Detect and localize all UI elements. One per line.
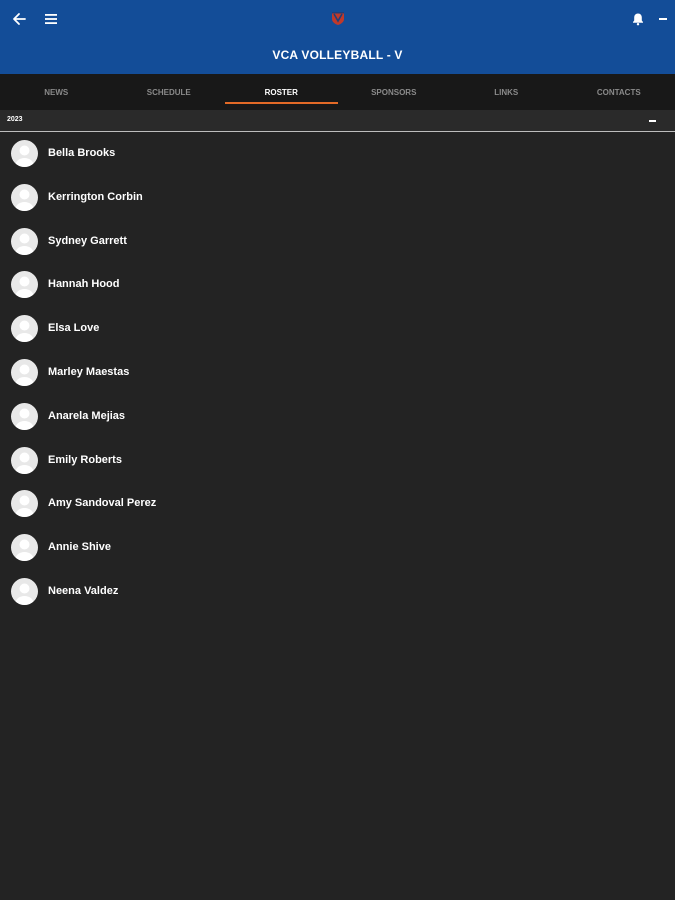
player-name: Neena Valdez [48,584,119,597]
tab-roster[interactable]: ROSTER [225,74,338,110]
player-name: Emily Roberts [48,453,122,466]
tab-news[interactable]: NEWS [0,74,113,110]
list-item[interactable]: Amy Sandoval Perez [0,482,675,526]
player-name: Hannah Hood [48,278,120,291]
person-placeholder-icon [15,233,34,255]
tab-schedule[interactable]: SCHEDULE [113,74,226,110]
person-placeholder-icon [15,145,34,167]
person-placeholder-icon [15,495,34,518]
player-name: Bella Brooks [48,147,116,159]
avatar [11,446,38,474]
player-name: Anarela Mejias [48,409,126,422]
tab-bar: NEWS SCHEDULE ROSTER SPONSORS LINKS CONT… [0,74,675,110]
avatar [11,271,38,299]
team-logo-icon [330,10,346,26]
list-item[interactable]: Annie Shive [0,526,675,570]
player-name: Marley Maestas [48,365,130,378]
list-item[interactable]: Bella Brooks [0,132,675,176]
avatar [11,227,38,255]
minus-icon [648,120,656,122]
list-item[interactable]: Emily Roberts [0,439,675,483]
avatar [11,577,38,605]
list-item[interactable]: Sydney Garrett [0,220,675,264]
avatar [11,140,38,167]
season-label: 2023 [7,116,23,123]
list-item[interactable]: Elsa Love [0,307,675,351]
avatar [11,534,38,562]
tab-links[interactable]: LINKS [450,74,563,110]
avatar [11,490,38,518]
menu-button[interactable] [40,8,62,30]
tab-sponsors[interactable]: SPONSORS [338,74,451,110]
person-placeholder-icon [15,320,34,343]
player-name: Elsa Love [48,322,100,335]
list-item[interactable]: Marley Maestas [0,351,675,395]
player-name: Sydney Garrett [48,234,127,247]
person-placeholder-icon [15,539,34,562]
more-button[interactable] [652,8,674,30]
app-window: VCA VOLLEYBALL - V NEWS SCHEDULE ROSTER … [0,0,675,900]
avatar [11,315,38,343]
roster-list: Bella Brooks Kerrington Corbin Sydney Ga… [0,132,675,614]
avatar [11,358,38,386]
top-app-bar: VCA VOLLEYBALL - V [0,0,675,74]
list-item[interactable]: Kerrington Corbin [0,176,675,220]
person-placeholder-icon [15,452,34,474]
person-placeholder-icon [15,364,34,386]
arrow-left-icon [13,13,26,25]
player-name: Annie Shive [48,541,111,554]
collapse-button[interactable] [645,114,659,128]
player-name: Amy Sandoval Perez [48,497,157,510]
person-placeholder-icon [15,408,34,430]
back-button[interactable] [8,8,30,30]
list-item[interactable]: Neena Valdez [0,570,675,614]
person-placeholder-icon [15,583,34,605]
bell-icon [633,13,643,26]
notifications-button[interactable] [627,8,649,30]
tab-contacts[interactable]: CONTACTS [563,74,675,110]
player-name: Kerrington Corbin [48,190,143,203]
hamburger-menu-icon [45,14,57,24]
person-placeholder-icon [15,189,34,211]
list-item[interactable]: Anarela Mejias [0,395,675,439]
list-item[interactable]: Hannah Hood [0,263,675,307]
avatar [11,183,38,211]
avatar [11,402,38,430]
more-icon [659,18,667,20]
person-placeholder-icon [15,276,34,299]
roster-section-header[interactable]: 2023 [0,110,675,132]
page-title: VCA VOLLEYBALL - V [272,48,403,62]
